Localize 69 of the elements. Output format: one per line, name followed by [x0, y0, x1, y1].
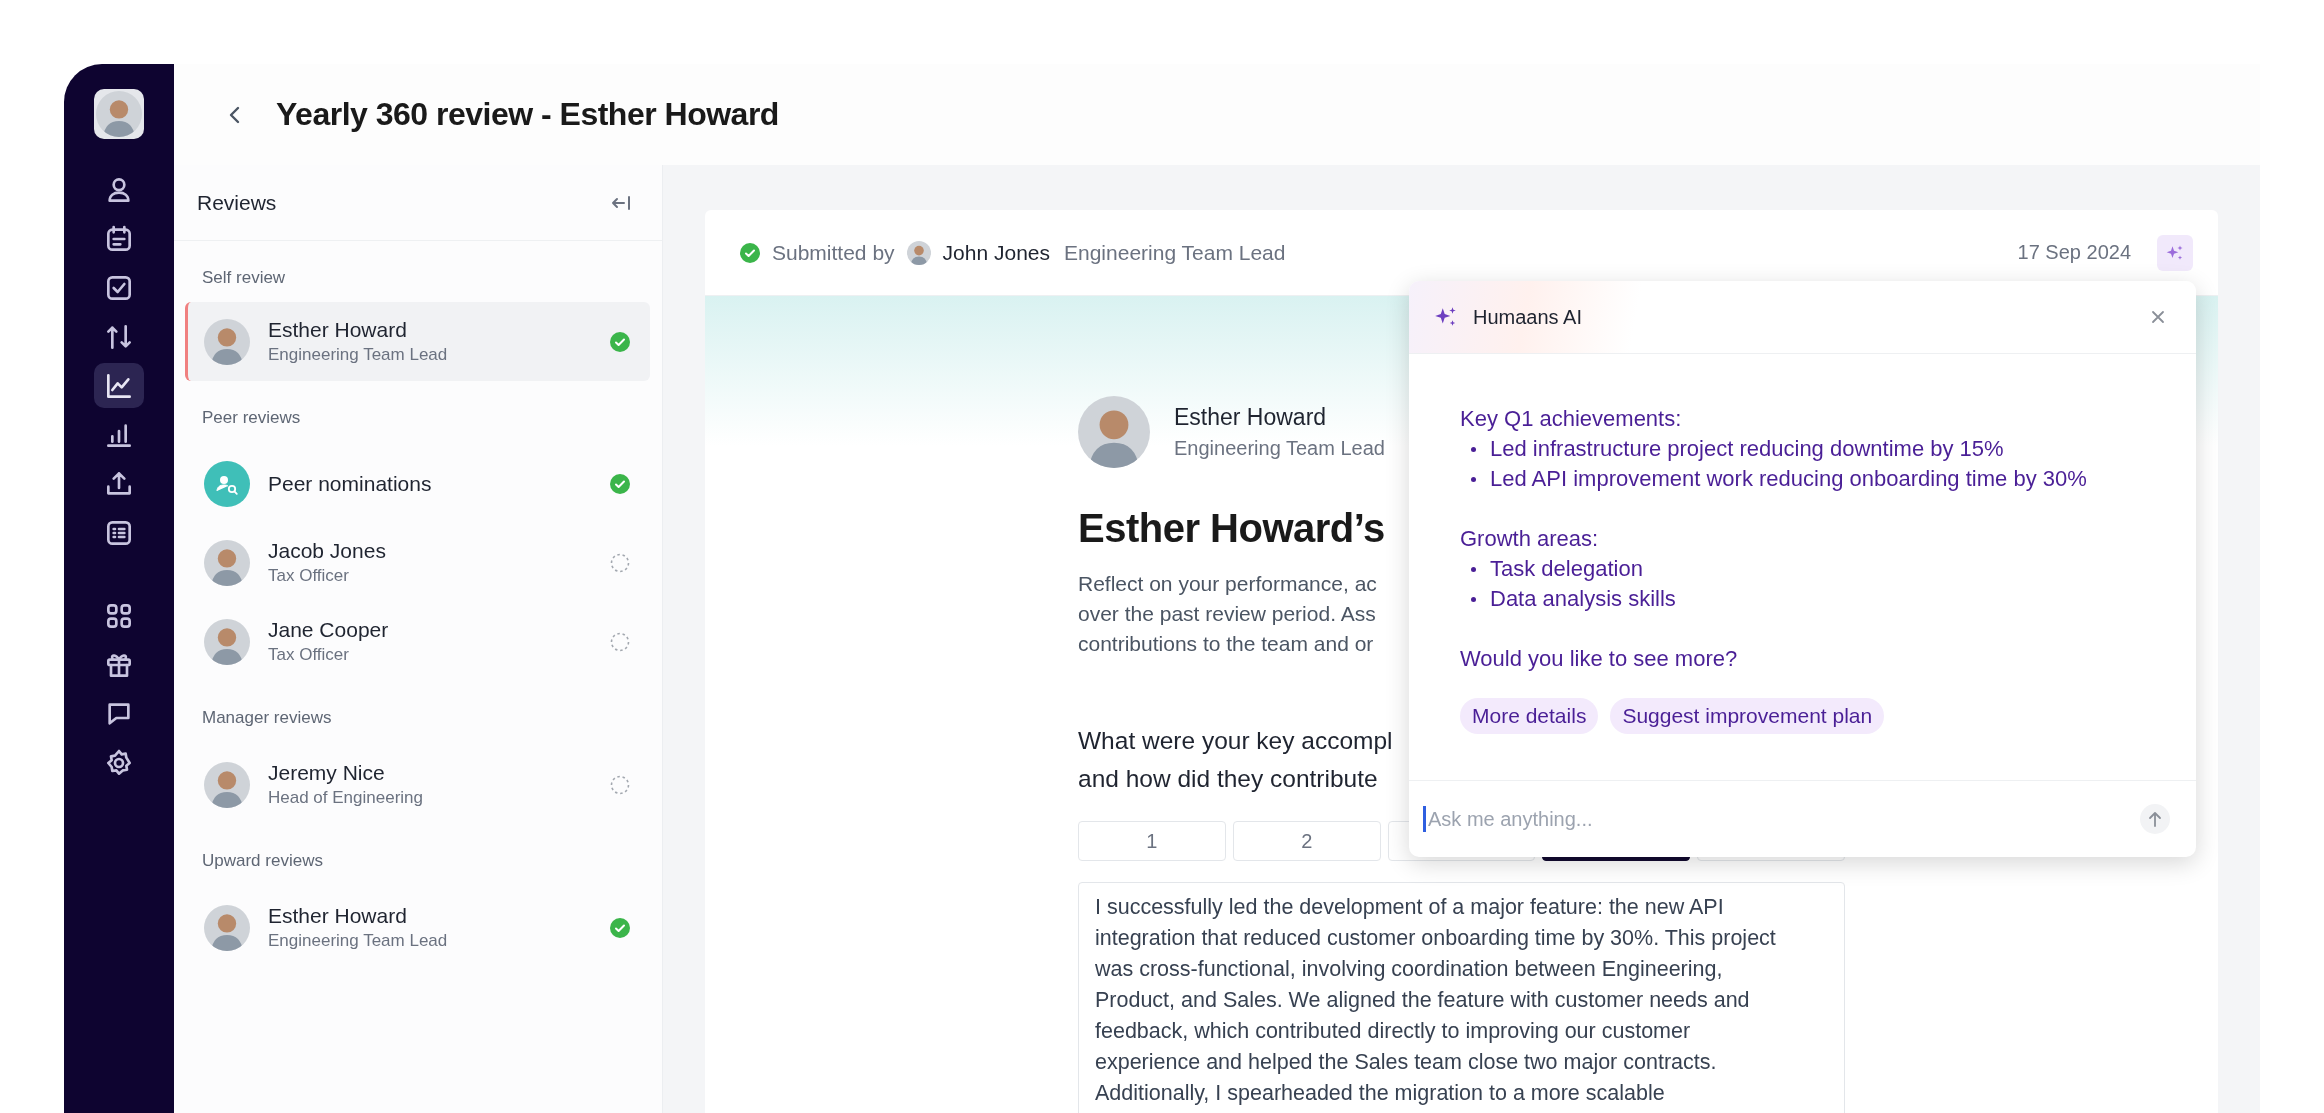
ai-panel-title: Humaans AI — [1473, 305, 1583, 329]
reviewer-name: Jacob Jones — [268, 539, 387, 563]
employee-name: Esther Howard — [1174, 404, 1328, 431]
ai-question: Would you like to see more? — [1460, 645, 1739, 673]
section-heading: Peer reviews — [201, 407, 302, 429]
nominations-icon — [204, 461, 250, 507]
submitter-name: John Jones — [942, 240, 1050, 265]
submitter-avatar — [906, 240, 931, 265]
bullet-icon — [1471, 566, 1476, 572]
reviewer-name: Jane Cooper — [268, 618, 390, 642]
question-text: What were your key accompl — [1078, 726, 1393, 756]
intro-text: over the past review period. Ass — [1078, 601, 1376, 627]
submitter-role: Engineering Team Lead — [1064, 240, 1287, 265]
review-heading: Esther Howard’s — [1078, 506, 1385, 551]
page-title: Yearly 360 review - Esther Howard — [276, 96, 779, 133]
rating-option[interactable]: 1 — [1078, 821, 1226, 861]
panel-title: Reviews — [197, 190, 277, 215]
ask-input[interactable]: Ask me anything... — [1426, 807, 2140, 831]
bullet-icon — [1471, 596, 1476, 602]
reviewer-role: Engineering Team Lead — [268, 345, 449, 365]
review-item[interactable]: Esther Howard Engineering Team Lead — [185, 302, 650, 381]
collapse-panel-icon[interactable] — [610, 193, 632, 212]
ai-bullet-text: Data analysis skills — [1490, 585, 1676, 613]
avatar — [204, 761, 250, 808]
chevron-left-icon — [228, 104, 242, 125]
reviewer-name: Peer nominations — [268, 472, 433, 496]
avatar — [204, 904, 250, 951]
section-heading: Self review — [201, 267, 287, 289]
ai-bullet-text: Led infrastructure project reducing downtime by 15% — [1490, 435, 2004, 463]
suggestion-chip[interactable]: Suggest improvement plan — [1610, 698, 1885, 734]
close-icon — [2150, 309, 2166, 325]
ai-bullet-text: Task delegation — [1490, 555, 1643, 583]
section-heading: Manager reviews — [201, 707, 333, 729]
nav-item[interactable] — [94, 363, 144, 408]
avatar — [204, 318, 250, 365]
reviewer-role: Tax Officer — [268, 566, 350, 586]
reviewer-role: Head of Engineering — [268, 788, 424, 808]
submitted-date: 17 Sep 2024 — [2017, 241, 2131, 264]
review-item[interactable]: Peer nominations — [185, 445, 650, 523]
ai-heading: Key Q1 achievements: — [1460, 405, 1683, 433]
intro-text: contributions to the team and or — [1078, 631, 1374, 657]
reviewer-name: Jeremy Nice — [268, 761, 386, 785]
review-item[interactable]: Jeremy Nice Head of Engineering — [185, 745, 650, 824]
profile-avatar — [96, 91, 142, 137]
review-item[interactable]: Jane Cooper Tax Officer — [185, 602, 650, 681]
review-item[interactable]: Jacob Jones Tax Officer — [185, 523, 650, 602]
question-text: and how did they contribute — [1078, 764, 1378, 794]
send-button[interactable] — [2140, 804, 2170, 834]
text-cursor — [1423, 806, 1426, 832]
reviewer-role: Engineering Team Lead — [268, 931, 449, 951]
suggestion-chip[interactable]: More details — [1460, 698, 1599, 734]
rating-option[interactable]: 2 — [1232, 821, 1381, 861]
employee-role: Engineering Team Lead — [1174, 437, 1385, 460]
arrow-up-icon — [2148, 811, 2162, 827]
intro-text: Reflect on your performance, ac — [1078, 571, 1377, 597]
review-item[interactable]: Esther Howard Engineering Team Lead — [185, 888, 650, 967]
avatar — [204, 618, 250, 665]
ai-bullet-text: Led API improvement work reducing onboarding time by 30% — [1490, 465, 2087, 493]
submitted-label: Submitted by — [772, 240, 895, 265]
bullet-icon — [1471, 476, 1476, 482]
ai-heading: Growth areas: — [1460, 525, 1600, 553]
reviewer-name: Esther Howard — [268, 904, 408, 928]
reviewer-role: Tax Officer — [268, 645, 350, 665]
ai-button[interactable] — [2157, 234, 2193, 271]
bullet-icon — [1471, 446, 1476, 452]
avatar — [204, 539, 250, 586]
answer-box[interactable]: I successfully led the development of a major feature: the new API integration that reduced customer onboarding time by 30%. This project was cross-functional, involving coordination between Engineering, Product, and Sales. We aligned the feature with customer needs and feedback, which contributed directly to improving our customer experience and helped the Sales team close two major contracts. Additionally, I spearheaded the migration to a more scalable — [1078, 882, 1845, 1113]
section-heading: Upward reviews — [201, 850, 324, 872]
reviewer-name: Esther Howard — [268, 318, 408, 342]
